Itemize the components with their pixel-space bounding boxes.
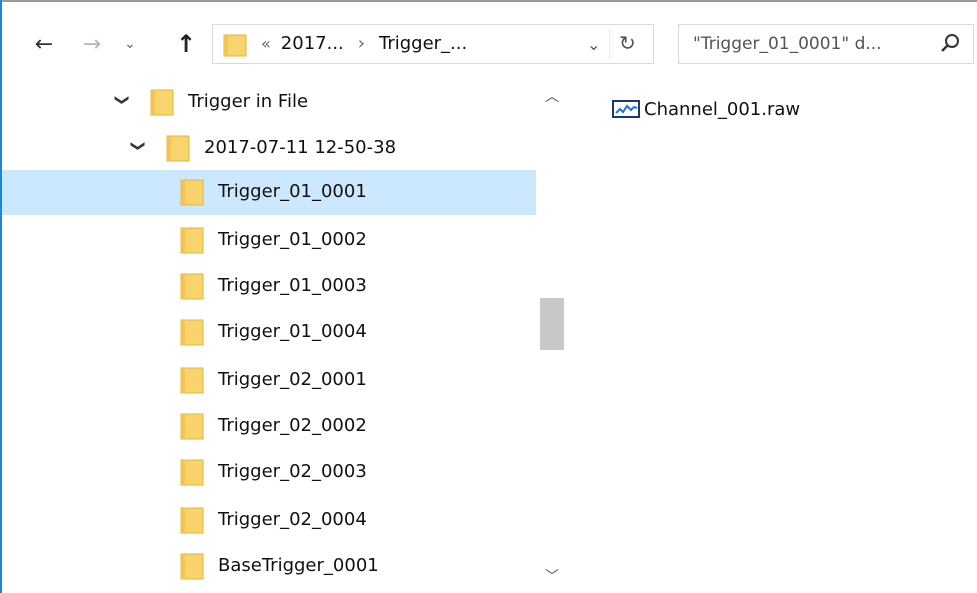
file-list-pane: Channel_001.raw [568,80,977,593]
chevron-down-icon: ⌄ [587,35,601,54]
tree-item-trigger-02-0001[interactable]: Trigger_02_0001 [2,358,536,403]
scroll-down-button[interactable]: ﹀ [536,566,568,586]
tree-item-label: Trigger_01_0001 [218,181,367,202]
refresh-button[interactable]: ↻ [619,31,636,55]
tree-item-label: Trigger_01_0003 [218,275,367,296]
chevron-down-icon: ⌄ [124,36,136,52]
folder-icon [180,273,204,300]
tree-item-label: Trigger_02_0004 [218,509,367,530]
folder-icon [150,89,174,116]
address-bar[interactable]: « 2017... › Trigger_... ⌄ ↻ [212,24,654,64]
breadcrumb-item-year[interactable]: 2017... [281,33,344,54]
breadcrumb-item-trigger[interactable]: Trigger_... [379,33,467,54]
chevron-down-icon: ﹀ [545,569,559,585]
chevron-up-icon: ︿ [545,89,559,105]
up-button[interactable]: ↑ [172,30,200,58]
folder-icon [180,227,204,254]
file-item-channel-001[interactable]: Channel_001.raw [612,96,800,122]
folder-icon [180,367,204,394]
refresh-icon: ↻ [619,31,636,55]
arrow-left-icon: ← [34,31,54,57]
tree-item-trigger-01-0004[interactable]: Trigger_01_0004 [2,310,536,355]
address-history-button[interactable]: ⌄ [587,35,600,54]
breadcrumb-separator: › [357,33,365,54]
tree-item-label: BaseTrigger_0001 [218,555,379,576]
tree-item-label: Trigger_01_0004 [218,321,367,342]
navigation-scrollbar[interactable]: ︿ ﹀ [536,80,568,593]
folder-icon [166,135,190,162]
breadcrumb-overflow[interactable]: « [261,34,271,53]
folder-icon [180,413,204,440]
tree-item-trigger-01-0001[interactable]: Trigger_01_0001 [2,170,536,215]
chevron-down-icon[interactable]: ❯ [114,94,130,106]
tree-item-label: Trigger_02_0001 [218,369,367,390]
folder-icon [180,179,204,206]
folder-icon [223,34,247,57]
arrow-right-icon: → [82,31,102,57]
tree-item-trigger-02-0003[interactable]: Trigger_02_0003 [2,450,536,495]
chevron-down-icon[interactable]: ❯ [130,140,146,152]
tree-item-trigger-01-0002[interactable]: Trigger_01_0002 [2,218,536,263]
folder-icon [180,319,204,346]
scrollbar-thumb[interactable] [540,298,564,350]
tree-item-trigger-01-0003[interactable]: Trigger_01_0003 [2,264,536,309]
breadcrumb: « 2017... › Trigger_... [261,33,467,54]
tree-item-label: Trigger_02_0003 [218,461,367,482]
folder-icon [180,553,204,580]
tree-item-label: Trigger_01_0002 [218,229,367,250]
navigation-pane: ❯ Trigger in File ❯ 2017-07-11 12-50-38 … [2,80,536,593]
arrow-up-icon: ↑ [175,30,197,58]
folder-icon [180,507,204,534]
recent-locations-button[interactable]: ⌄ [116,30,144,58]
tree-item-basetrigger-0001[interactable]: BaseTrigger_0001 [2,544,536,589]
search-placeholder[interactable]: "Trigger_01_0001" d... [693,34,882,54]
explorer-toolbar: ← → ⌄ ↑ « 2017... › Trigger_... ⌄ ↻ "Trigge… [2,2,977,80]
folder-icon [180,459,204,486]
address-divider [609,29,610,59]
scroll-up-button[interactable]: ︿ [536,86,568,106]
tree-item-trigger-in-file[interactable]: ❯ Trigger in File [2,80,536,125]
tree-item-label: Trigger in File [188,91,309,112]
file-name: Channel_001.raw [644,98,801,120]
tree-item-trigger-02-0002[interactable]: Trigger_02_0002 [2,404,536,449]
tree-item-label: 2017-07-11 12-50-38 [204,137,397,158]
search-icon[interactable] [939,33,961,55]
waveform-file-icon [612,100,640,118]
tree-item-trigger-02-0004[interactable]: Trigger_02_0004 [2,498,536,543]
forward-button[interactable]: → [78,30,106,58]
back-button[interactable]: ← [30,30,58,58]
search-box[interactable]: "Trigger_01_0001" d... [678,24,974,64]
tree-item-label: Trigger_02_0002 [218,415,367,436]
tree-item-session-folder[interactable]: ❯ 2017-07-11 12-50-38 [2,126,536,171]
